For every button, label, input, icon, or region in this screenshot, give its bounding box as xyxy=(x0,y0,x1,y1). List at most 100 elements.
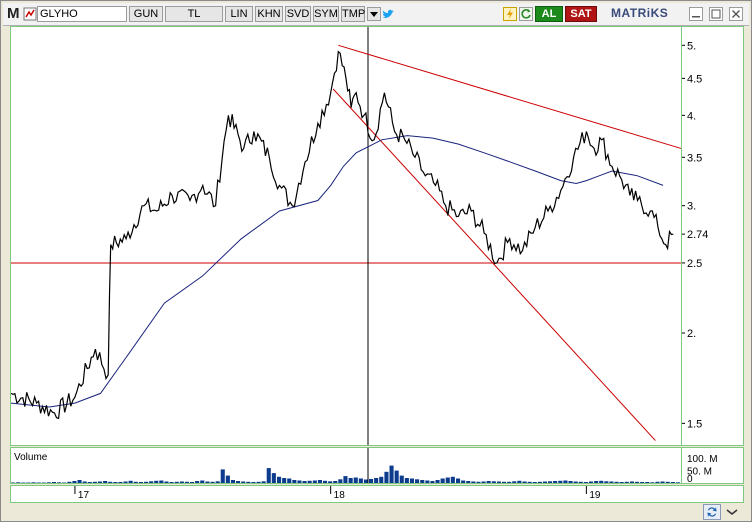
symbol-field[interactable]: GLYHO xyxy=(37,6,127,22)
volume-bar xyxy=(297,480,302,483)
volume-bar xyxy=(92,481,97,483)
chart-link-icon[interactable] xyxy=(23,7,37,21)
volume-bar xyxy=(537,481,542,483)
scroll-icon[interactable] xyxy=(725,506,739,518)
volume-bar xyxy=(450,476,455,483)
volume-bar xyxy=(113,482,118,483)
volume-bar xyxy=(420,480,425,483)
volume-bar xyxy=(553,481,558,483)
volume-bar xyxy=(169,482,174,483)
chevron-down-icon[interactable] xyxy=(367,7,381,21)
volume-bar xyxy=(440,478,445,483)
volume-bar xyxy=(36,482,41,483)
volume-bar xyxy=(655,481,660,483)
volume-bar xyxy=(241,481,246,483)
volume-bar xyxy=(271,473,276,483)
volume-bar xyxy=(200,480,205,483)
volume-bar xyxy=(583,482,588,483)
volume-bar xyxy=(363,479,368,483)
volume-label: Volume xyxy=(14,452,48,463)
period-button-gun[interactable]: GUN xyxy=(129,6,163,22)
volume-bar xyxy=(353,477,358,483)
volume-bar xyxy=(277,476,282,483)
volume-bar xyxy=(256,481,261,483)
refresh-icon[interactable] xyxy=(519,7,533,21)
volume-bar xyxy=(21,482,26,483)
volume-bar xyxy=(558,480,563,483)
maximize-icon[interactable] xyxy=(709,7,723,21)
volume-bar xyxy=(164,481,169,483)
volume-axis-divider xyxy=(681,448,682,483)
volume-bar xyxy=(246,481,251,483)
volume-bar xyxy=(358,478,363,483)
time-tick-label: 17 xyxy=(78,490,90,501)
volume-bar xyxy=(619,482,624,483)
price-axis-divider xyxy=(681,27,682,445)
volume-axis: 100. M50. M0 xyxy=(687,454,718,485)
volume-bar xyxy=(486,481,491,483)
volume-bar xyxy=(46,482,51,483)
sync-icon[interactable] xyxy=(703,504,721,520)
price-tick-label: 5. xyxy=(687,40,696,52)
button-khn[interactable]: KHN xyxy=(255,6,283,22)
volume-bar xyxy=(512,481,517,483)
volume-bar xyxy=(87,482,92,483)
close-icon[interactable] xyxy=(729,7,743,21)
volume-bar xyxy=(266,468,271,483)
volume-bar xyxy=(31,482,36,483)
volume-bar xyxy=(542,481,547,483)
volume-bar xyxy=(548,481,553,483)
price-tick-label: 2.5 xyxy=(687,258,702,270)
volume-bar xyxy=(179,481,184,483)
button-tmp[interactable]: TMP xyxy=(341,6,365,22)
currency-button-tl[interactable]: TL xyxy=(165,6,223,22)
volume-panel[interactable]: Volume 100. M 50. M0 xyxy=(10,447,744,485)
volume-bar xyxy=(205,481,210,483)
time-axis-panel: 17 18 19 xyxy=(10,485,744,503)
volume-bar xyxy=(251,482,256,483)
volume-bar xyxy=(348,478,353,483)
volume-bar xyxy=(517,480,522,483)
volume-bar xyxy=(236,481,241,483)
volume-bar xyxy=(507,481,512,483)
volume-bar xyxy=(62,482,67,483)
volume-bar xyxy=(103,481,108,483)
volume-bar xyxy=(466,481,471,483)
volume-tick-label: 0 xyxy=(687,474,693,483)
volume-bar xyxy=(445,477,450,483)
volume-bar xyxy=(491,481,496,483)
volume-bar xyxy=(57,482,62,483)
volume-bar xyxy=(384,471,389,483)
volume-bar xyxy=(128,480,133,483)
price-tick-label: 3. xyxy=(687,201,696,213)
volume-bar xyxy=(481,481,486,483)
volume-bar xyxy=(675,482,680,483)
volume-bar xyxy=(210,481,215,483)
volume-bar xyxy=(399,475,404,483)
lightning-icon[interactable] xyxy=(503,7,517,21)
volume-bar xyxy=(670,482,675,483)
price-chart-panel[interactable]: 5. 4.5 4. 3.5 3. 2.74 2.5 2. 1.5 xyxy=(10,26,744,446)
price-chart[interactable]: 5. 4.5 4. 3.5 3. 2.74 2.5 2. 1.5 xyxy=(10,27,743,445)
volume-bar xyxy=(195,481,200,483)
volume-bar xyxy=(82,481,87,483)
price-tick-label: 4. xyxy=(687,110,696,122)
volume-bar xyxy=(614,481,619,483)
scale-button-lin[interactable]: LIN xyxy=(225,6,253,22)
volume-bar xyxy=(118,482,123,483)
volume-bar xyxy=(389,465,394,483)
volume-bar xyxy=(133,481,138,483)
twitter-icon[interactable] xyxy=(381,7,395,21)
volume-bar xyxy=(456,478,461,483)
minimize-icon[interactable] xyxy=(689,7,703,21)
volume-bar xyxy=(665,481,670,483)
volume-chart[interactable]: Volume 100. M50. M0 xyxy=(11,448,743,485)
volume-bar xyxy=(97,481,102,483)
app-logo: M xyxy=(7,5,20,22)
buy-button[interactable]: AL xyxy=(535,6,563,22)
button-svd[interactable]: SVD xyxy=(285,6,311,22)
volume-bar xyxy=(41,482,46,483)
button-sym[interactable]: SYM xyxy=(313,6,339,22)
volume-bar xyxy=(138,482,143,483)
sell-button[interactable]: SAT xyxy=(565,6,597,22)
